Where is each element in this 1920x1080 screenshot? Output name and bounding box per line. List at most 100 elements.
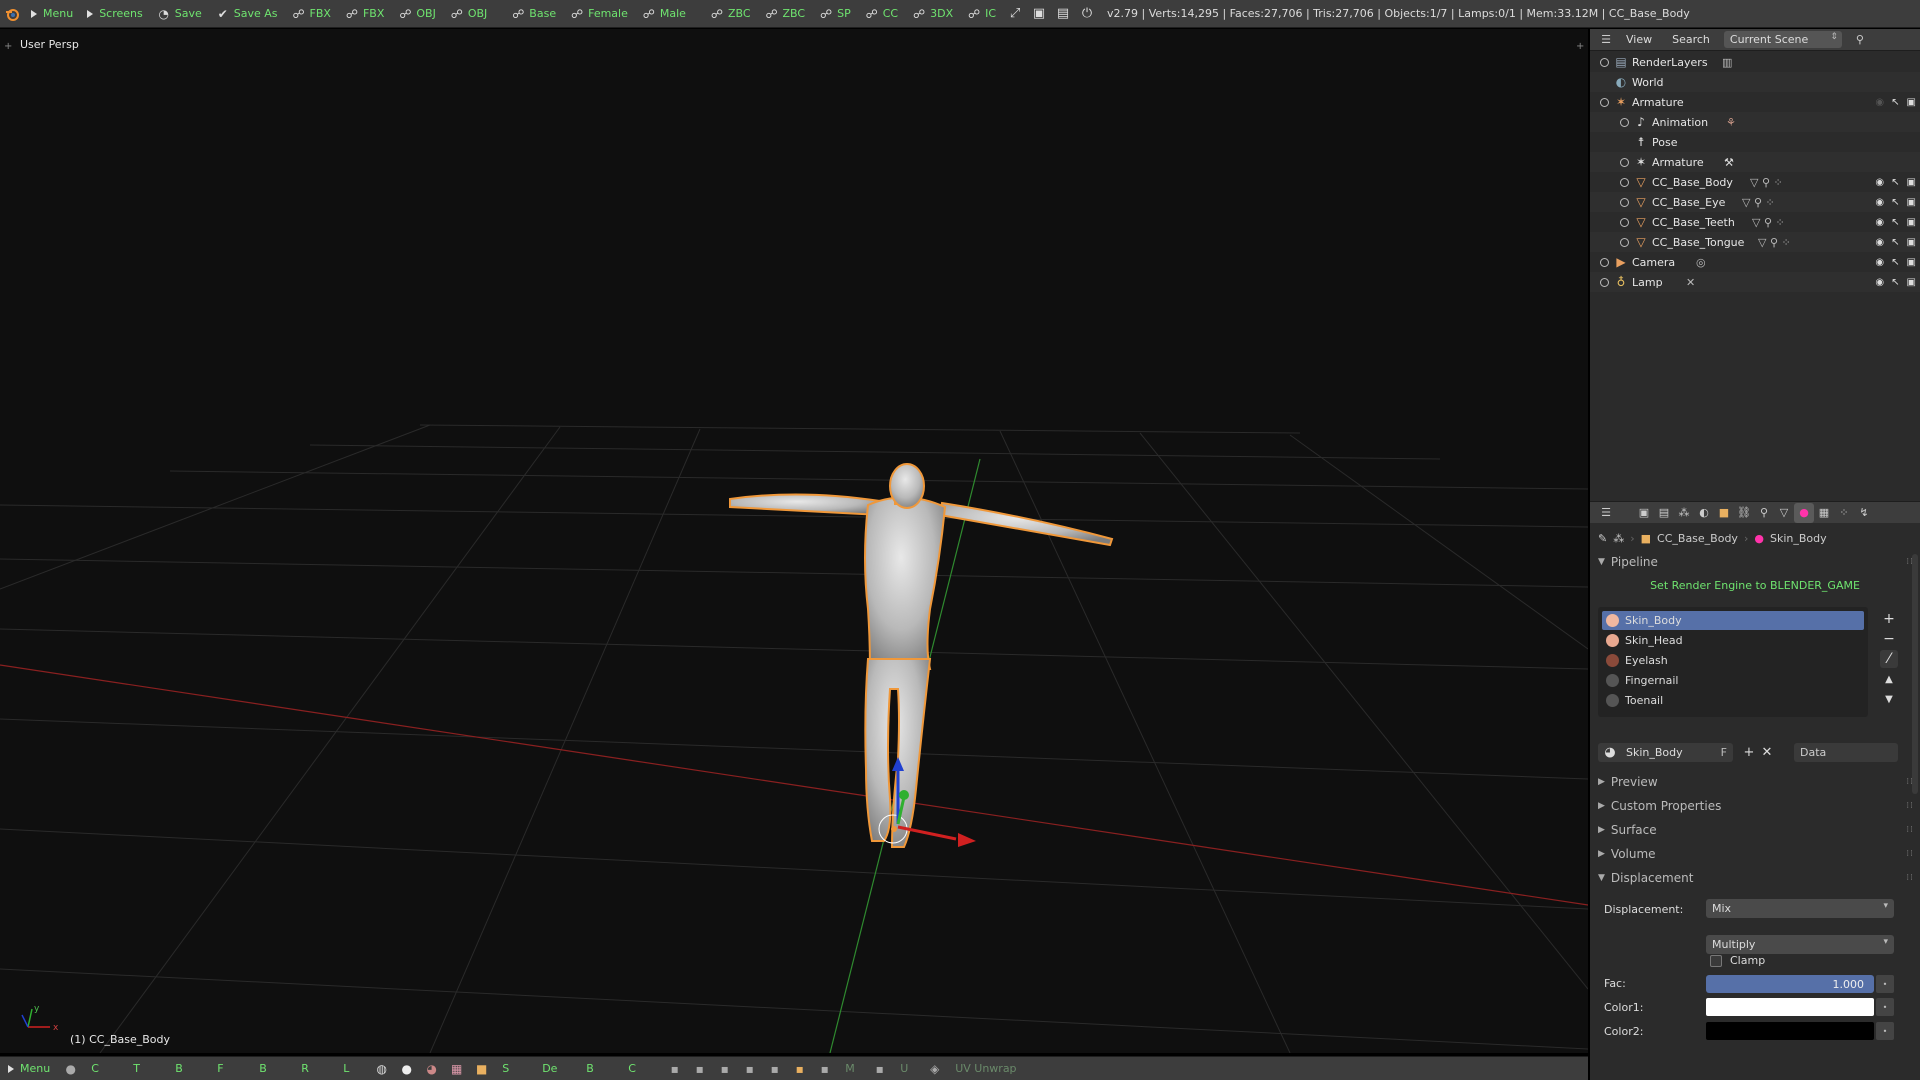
expand-toggle[interactable] xyxy=(1600,277,1609,287)
displacement-panel-header[interactable]: ▼ Displacement xyxy=(1598,871,1693,885)
camera-render-icon[interactable]: ▣ xyxy=(1907,97,1916,108)
bottom-s-button[interactable]: S xyxy=(494,1057,534,1080)
cube-grey-icon-1[interactable]: ▪ xyxy=(662,1057,687,1080)
color1-socket-button[interactable]: • xyxy=(1876,998,1894,1016)
checkbox-box[interactable] xyxy=(1710,954,1722,967)
eye-icon[interactable]: ◉ xyxy=(1875,97,1884,108)
bottom-c-button[interactable]: C xyxy=(83,1057,125,1080)
physics-tab-icon[interactable]: ↯ xyxy=(1854,503,1874,523)
outliner-row-renderlayers[interactable]: ▤ RenderLayers ▥ xyxy=(1590,52,1920,72)
save-as-button[interactable]: ✔ Save As xyxy=(209,0,285,27)
camera-render-icon[interactable]: ▣ xyxy=(1907,177,1916,188)
obj-export-button[interactable]: ☍ OBJ xyxy=(443,0,494,27)
eye-icon[interactable]: ◉ xyxy=(1875,217,1884,228)
outliner-tree[interactable]: ▤ RenderLayers ▥ ◐ World ✶ Armature ◉ ↖ ▣ … xyxy=(1590,51,1920,517)
display-mode-select[interactable]: Current Scene xyxy=(1723,31,1842,48)
expand-toggle[interactable] xyxy=(1600,257,1609,267)
fullscreen-icon[interactable]: ⤢ xyxy=(1003,0,1027,27)
preview-panel-header[interactable]: ▶ Preview xyxy=(1598,775,1658,789)
fbx-export-button[interactable]: ☍ FBX xyxy=(338,0,391,27)
material-tab-icon[interactable]: ● xyxy=(1794,502,1814,523)
object-tab-icon[interactable]: ■ xyxy=(1714,503,1734,523)
particles-tab-icon[interactable]: ⁘ xyxy=(1834,503,1854,523)
expand-toggle[interactable] xyxy=(1600,57,1609,67)
obj-import-button[interactable]: ☍ OBJ xyxy=(391,0,442,27)
bottom-l-button[interactable]: L xyxy=(335,1057,369,1080)
visibility-toggles[interactable]: ◉ ↖ ▣ xyxy=(1875,217,1916,228)
visibility-toggles[interactable]: ◉ ↖ ▣ xyxy=(1875,197,1916,208)
cube-grey-icon-4[interactable]: ▪ xyxy=(737,1057,762,1080)
expand-toggle[interactable] xyxy=(1620,157,1629,167)
bottom-b-button[interactable]: B xyxy=(167,1057,209,1080)
expand-toggle[interactable] xyxy=(1600,97,1609,107)
blender-logo-icon[interactable] xyxy=(0,0,24,27)
cube-grey-icon-7[interactable]: ▪ xyxy=(867,1057,892,1080)
bottom-de-button[interactable]: De xyxy=(534,1057,578,1080)
expand-toggle[interactable] xyxy=(1620,177,1629,187)
material-slot[interactable]: Eyelash xyxy=(1602,651,1864,670)
split-corner-top-left[interactable]: + xyxy=(4,41,12,52)
expand-toggle[interactable] xyxy=(1620,197,1629,207)
render-engine-warning[interactable]: Set Render Engine to BLENDER_GAME xyxy=(1590,579,1920,592)
outliner-row-cc-base-tongue[interactable]: ▽ CC_Base_Tongue ▽ ⚲ ⁘ ◉ ↖ ▣ xyxy=(1590,232,1920,252)
cursor-icon[interactable]: ↖ xyxy=(1891,237,1899,248)
zbc-button-1[interactable]: ☍ ZBC xyxy=(703,0,758,27)
eye-icon[interactable]: ◉ xyxy=(1875,277,1884,288)
menu-button[interactable]: Menu xyxy=(24,0,80,27)
material-slot[interactable]: Fingernail xyxy=(1602,671,1864,690)
outliner-row-cc-base-eye[interactable]: ▽ CC_Base_Eye ▽ ⚲ ⁘ ◉ ↖ ▣ xyxy=(1590,192,1920,212)
custom-properties-panel-header[interactable]: ▶ Custom Properties xyxy=(1598,799,1721,813)
visibility-toggles[interactable]: ◉ ↖ ▣ xyxy=(1875,97,1916,108)
3d-viewport[interactable]: x y User Persp (1) CC_Base_Body + + xyxy=(0,29,1588,1053)
screens-button[interactable]: Screens xyxy=(80,0,150,27)
outliner-view-menu[interactable]: View xyxy=(1616,33,1662,46)
material-browse-icon[interactable]: ◕ xyxy=(1601,743,1619,762)
scene-icon[interactable]: ▣ xyxy=(1027,0,1051,27)
male-button[interactable]: ☍ Male xyxy=(635,0,693,27)
save-button[interactable]: ◔ Save xyxy=(150,0,209,27)
panel-grip[interactable]: ⁞⁞ xyxy=(1906,801,1914,811)
cube-icon[interactable]: ■ xyxy=(469,1057,494,1080)
render-tab-icon[interactable]: ▣ xyxy=(1634,503,1654,523)
panel-grip[interactable]: ⁞⁞ xyxy=(1906,849,1914,859)
outliner-row-lamp[interactable]: ♁ Lamp ✕ ◉ ↖ ▣ xyxy=(1590,272,1920,292)
bottom-c2-button[interactable]: C xyxy=(620,1057,662,1080)
manipulator-x-arrow[interactable] xyxy=(958,833,976,847)
outliner-row-armature-data[interactable]: ✶ Armature ⚒ xyxy=(1590,152,1920,172)
move-up-button[interactable]: ▲ xyxy=(1880,670,1898,688)
bottom-r-button[interactable]: R xyxy=(293,1057,335,1080)
uv-unwrap-button[interactable]: UV Unwrap xyxy=(947,1057,1024,1080)
cc-button[interactable]: ☍ CC xyxy=(858,0,905,27)
color2-socket-button[interactable]: • xyxy=(1876,1022,1894,1040)
solid-sphere-icon[interactable]: ● xyxy=(394,1057,419,1080)
search-icon[interactable]: ⚲ xyxy=(1850,30,1870,50)
cursor-icon[interactable]: ↖ xyxy=(1891,177,1899,188)
outliner-row-pose[interactable]: ☨ Pose xyxy=(1590,132,1920,152)
visibility-toggles[interactable]: ◉ ↖ ▣ xyxy=(1875,257,1916,268)
eye-icon[interactable]: ◉ xyxy=(1875,257,1884,268)
expand-toggle[interactable] xyxy=(1620,217,1629,227)
cube-grey-icon-6[interactable]: ▪ xyxy=(812,1057,837,1080)
visibility-toggles[interactable]: ◉ ↖ ▣ xyxy=(1875,277,1916,288)
surface-panel-header[interactable]: ▶ Surface xyxy=(1598,823,1657,837)
bottom-f-button[interactable]: F xyxy=(209,1057,251,1080)
unlink-material-button[interactable]: ✕ xyxy=(1758,743,1776,762)
camera-render-icon[interactable]: ▣ xyxy=(1907,277,1916,288)
outliner-row-armature[interactable]: ✶ Armature ◉ ↖ ▣ xyxy=(1590,92,1920,112)
visibility-toggles[interactable]: ◉ ↖ ▣ xyxy=(1875,237,1916,248)
outliner-row-cc-base-body[interactable]: ▽ CC_Base_Body ▽ ⚲ ⁘ ◉ ↖ ▣ xyxy=(1590,172,1920,192)
bottom-b2-button[interactable]: B xyxy=(251,1057,293,1080)
uv-icon[interactable]: ◈ xyxy=(922,1057,947,1080)
camera-render-icon[interactable]: ▣ xyxy=(1907,197,1916,208)
panel-grip[interactable]: ⁞⁞ xyxy=(1906,825,1914,835)
cube-orange-icon[interactable]: ▪ xyxy=(787,1057,812,1080)
expand-toggle[interactable] xyxy=(1620,117,1629,127)
visibility-toggles[interactable]: ◉ ↖ ▣ xyxy=(1875,177,1916,188)
blend-type-select[interactable]: Multiply xyxy=(1706,935,1894,954)
cursor-icon[interactable]: ↖ xyxy=(1891,277,1899,288)
fbx-import-button[interactable]: ☍ FBX xyxy=(285,0,338,27)
add-slot-button[interactable]: + xyxy=(1880,610,1898,628)
ic-button[interactable]: ☍ IC xyxy=(960,0,1003,27)
camera-render-icon[interactable]: ▣ xyxy=(1907,217,1916,228)
bottom-t-button[interactable]: T xyxy=(125,1057,167,1080)
